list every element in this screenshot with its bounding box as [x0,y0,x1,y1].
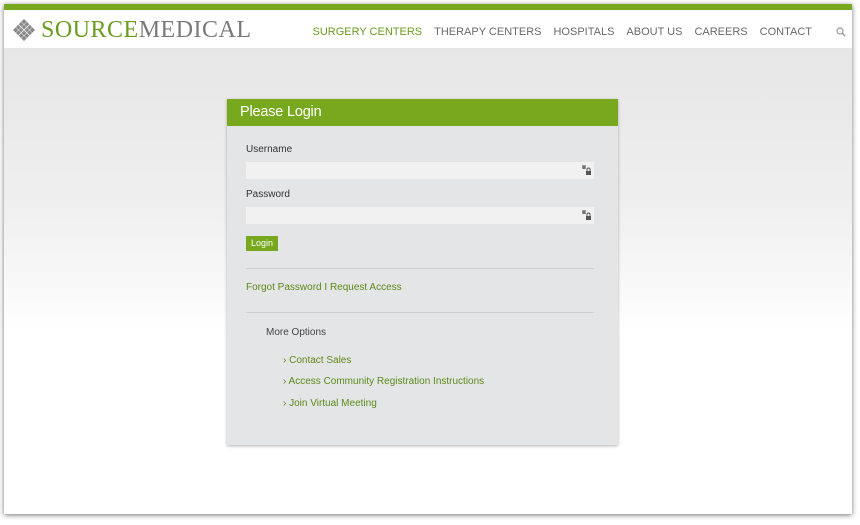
more-options-heading: More Options [266,327,327,338]
key-icon[interactable] [581,210,592,221]
login-panel-title: Please Login [227,99,618,126]
divider [246,312,594,313]
username-input[interactable] [246,164,574,181]
forgot-password-link[interactable]: Forgot Password [246,282,322,293]
password-field-wrapper [246,207,594,226]
link-separator: I [324,282,328,293]
account-links: Forgot Password I Request Access [246,282,402,293]
search-icon[interactable] [836,27,846,37]
main-nav: SURGERY CENTERS THERAPY CENTERS HOSPITAL… [300,26,846,38]
nav-about-us[interactable]: ABOUT US [626,26,682,38]
logo-word-source: SOURCE [41,17,139,43]
password-input[interactable] [246,209,574,226]
username-field-wrapper [246,162,594,181]
password-label: Password [246,189,290,200]
community-registration-link[interactable]: › Access Community Registration Instruct… [283,376,484,387]
join-virtual-meeting-link[interactable]: › Join Virtual Meeting [283,398,377,409]
username-label: Username [246,144,293,155]
nav-contact[interactable]: CONTACT [760,26,812,38]
nav-hospitals[interactable]: HOSPITALS [553,26,614,38]
divider [246,268,594,269]
site-header: SOURCEMEDICAL SURGERY CENTERS THERAPY CE… [4,10,852,49]
contact-sales-link[interactable]: › Contact Sales [283,355,351,366]
key-icon[interactable] [581,165,592,176]
nav-careers[interactable]: CAREERS [694,26,747,38]
browser-viewport: SOURCEMEDICAL SURGERY CENTERS THERAPY CE… [4,4,852,514]
login-button[interactable]: Login [246,236,279,251]
nav-surgery-centers[interactable]: SURGERY CENTERS [312,26,422,38]
request-access-link[interactable]: Request Access [330,282,402,293]
site-logo[interactable]: SOURCEMEDICAL [13,18,252,42]
nav-therapy-centers[interactable]: THERAPY CENTERS [434,26,541,38]
login-panel: Please Login Username Password Login For… [227,99,618,445]
diamond-logo-icon [13,19,35,41]
logo-word-medical: MEDICAL [138,17,252,43]
logo-wordmark: SOURCEMEDICAL [41,18,252,42]
